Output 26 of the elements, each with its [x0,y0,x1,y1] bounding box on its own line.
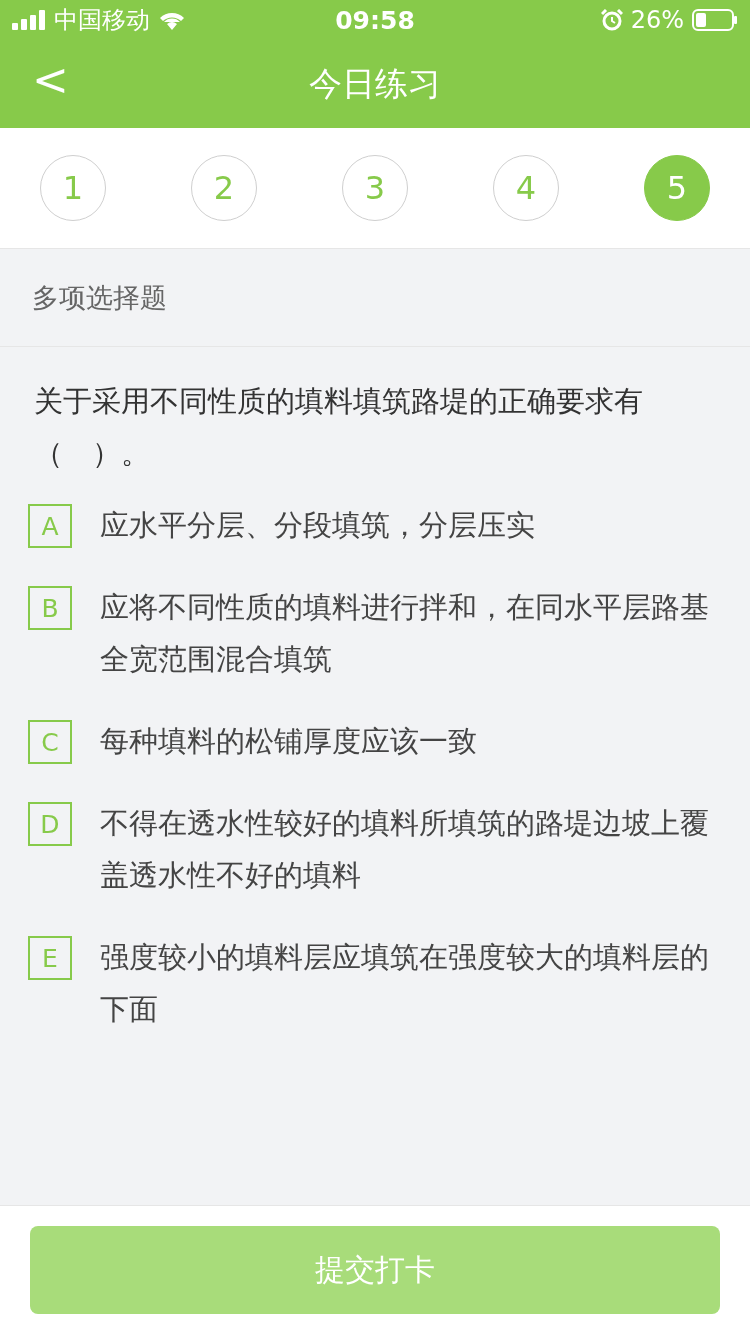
question-number[interactable]: 2 [191,155,257,221]
carrier-name: 中国移动 [54,5,150,36]
option-text[interactable]: 强度较小的填料层应填筑在强度较大的填料层的下面 [100,931,716,1035]
alarm-icon [600,9,623,31]
option-text[interactable]: 应将不同性质的填料进行拌和，在同水平层路基全宽范围混合填筑 [100,581,716,685]
signal-icon [12,10,46,30]
page-title: 今日练习 [309,62,441,105]
question-number[interactable]: 1 [40,155,106,221]
option-checkbox[interactable]: B [28,586,72,630]
back-button[interactable]: < [26,54,75,105]
option-text[interactable]: 不得在透水性较好的填料所填筑的路堤边坡上覆盖透水性不好的填料 [100,797,716,901]
clock-time: 09:58 [335,5,415,35]
option-text[interactable]: 应水平分层、分段填筑，分层压实 [100,499,535,551]
option-checkbox[interactable]: C [28,720,72,764]
question-number[interactable]: 4 [493,155,559,221]
option-text[interactable]: 每种填料的松铺厚度应该一致 [100,715,477,767]
option-checkbox[interactable]: D [28,802,72,846]
option-checkbox[interactable]: E [28,936,72,980]
battery-percent: 26% [630,6,684,34]
option-checkbox[interactable]: A [28,504,72,548]
question-type: 多项选择题 [0,249,750,347]
wifi-icon [158,10,186,30]
question-number[interactable]: 5 [644,155,710,221]
question-number[interactable]: 3 [342,155,408,221]
battery-icon [692,9,738,31]
question-text: 关于采用不同性质的填料填筑路堤的正确要求有（ ）。 [34,383,644,472]
